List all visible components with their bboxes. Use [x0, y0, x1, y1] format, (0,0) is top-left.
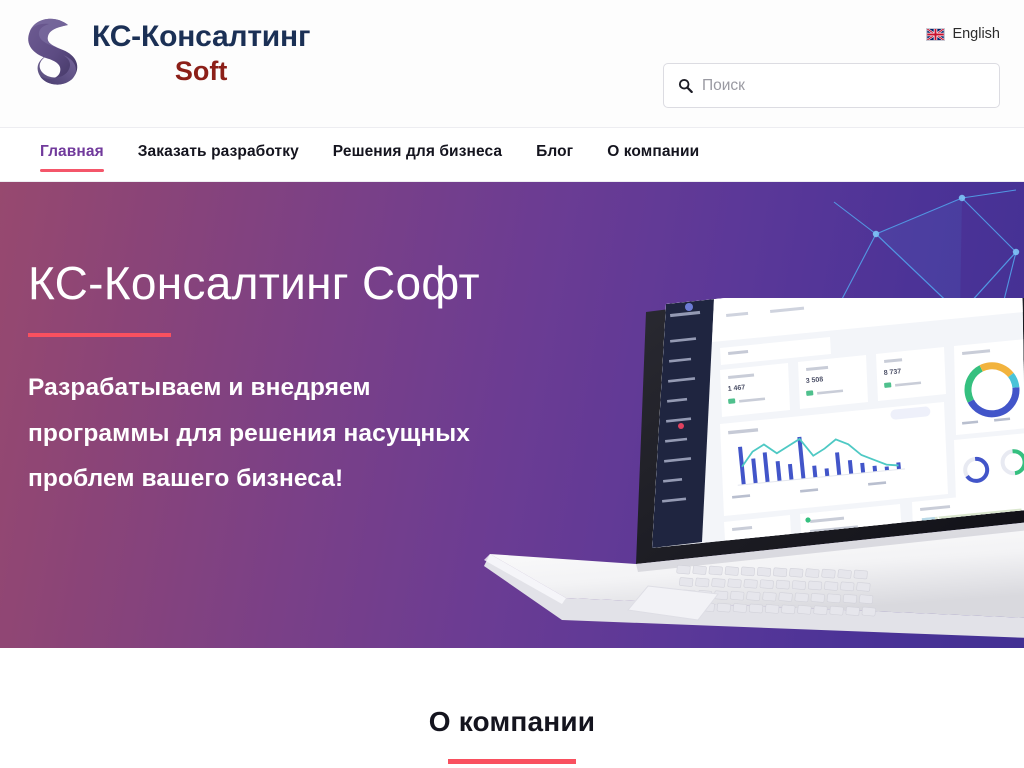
nav-item-home[interactable]: Главная — [40, 137, 104, 172]
laptop-dashboard-image: 1 467 3 508 8 737 — [484, 298, 1024, 638]
search-icon — [678, 78, 693, 93]
section-accent-rule — [448, 759, 576, 764]
nav-item-blog[interactable]: Блог — [536, 137, 573, 172]
about-section: О компании — [0, 648, 1024, 768]
brand-sub: Soft — [174, 55, 228, 86]
page-root: КС-Консалтинг Soft English Главная З — [0, 0, 1024, 768]
search-input[interactable] — [702, 76, 985, 95]
nav-item-order-dev[interactable]: Заказать разработку — [138, 137, 299, 172]
main-navigation: Главная Заказать разработку Решения для … — [0, 127, 1024, 182]
language-label: English — [952, 26, 1000, 42]
brand-name: КС-Консалтинг — [92, 19, 311, 53]
section-title: О компании — [428, 706, 596, 737]
uk-flag-icon — [926, 27, 946, 41]
nav-item-solutions[interactable]: Решения для бизнеса — [333, 137, 502, 172]
site-header: КС-Консалтинг Soft English — [0, 0, 1024, 127]
hero-subtitle-line-1: Разрабатываем и внедряем — [28, 374, 371, 401]
hero-subtitle-line-2: программы для решения насущных — [28, 419, 471, 447]
language-selector[interactable]: English — [926, 26, 1000, 42]
search-box[interactable] — [663, 63, 1000, 108]
hero-banner: 1 467 3 508 8 737 КС-Консалтинг Софт Раз… — [0, 182, 1024, 648]
hero-subtitle-line-3: проблем вашего бизнеса! — [28, 465, 344, 493]
brand-logo[interactable]: КС-Консалтинг Soft — [0, 0, 310, 92]
hero-content: КС-Консалтинг Софт Разрабатываем и внедр… — [28, 260, 480, 502]
brand-text: КС-Консалтинг Soft — [92, 19, 311, 86]
nav-item-about[interactable]: О компании — [607, 137, 699, 172]
hero-subtitle: Разрабатываем и внедряем программы для р… — [28, 365, 480, 502]
hero-accent-rule — [28, 333, 171, 337]
swirl-s-logo-icon — [28, 18, 78, 85]
hero-title: КС-Консалтинг Софт — [28, 257, 480, 309]
